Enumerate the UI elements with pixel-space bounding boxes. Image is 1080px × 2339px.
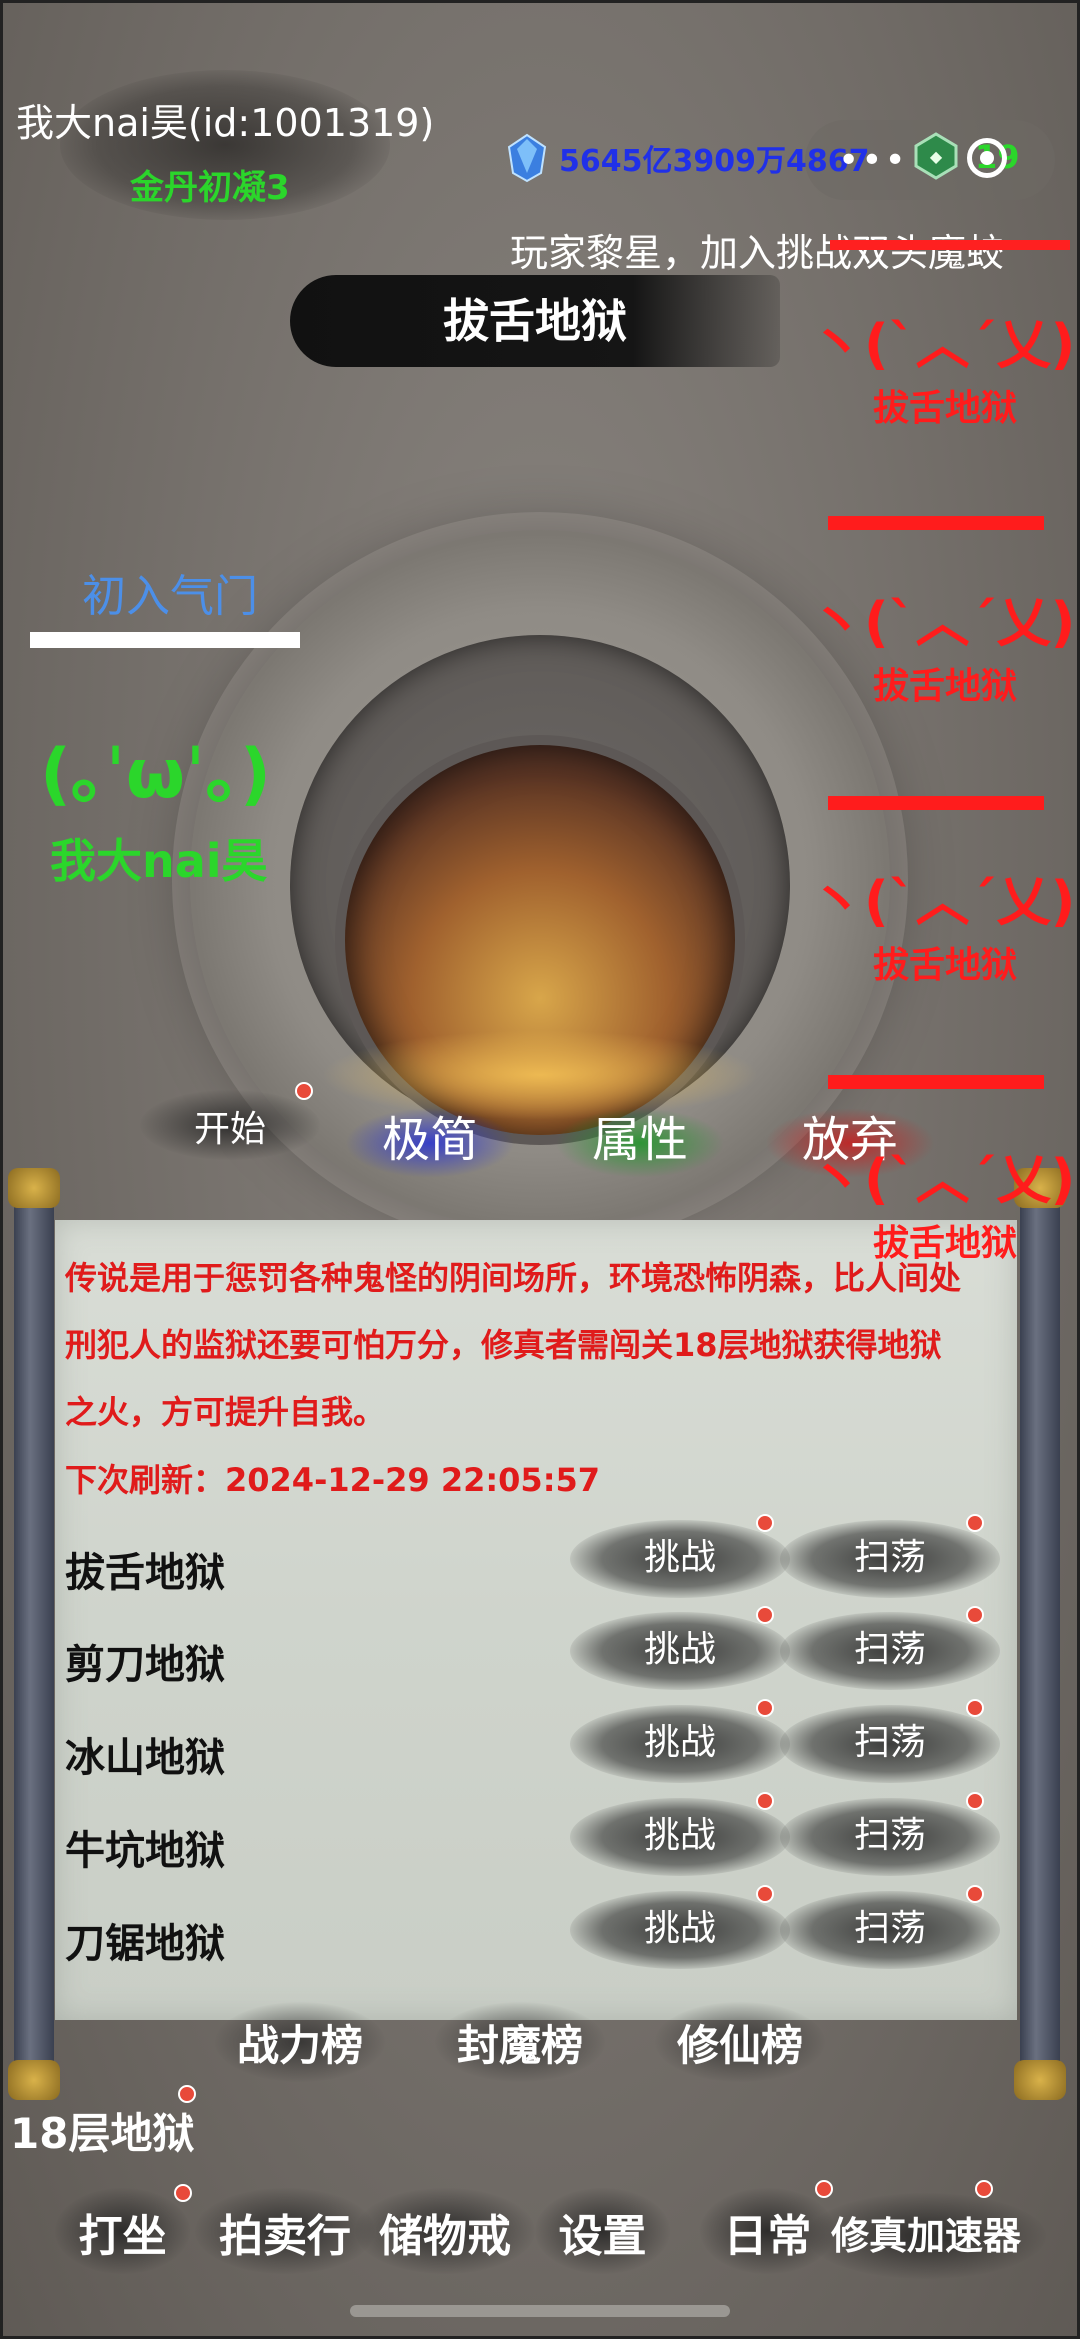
enemy-card[interactable]: 丶(ˋ︿ˊ乂)ノ 拔舌地狱 — [810, 1135, 1080, 1266]
enemy-name: 拔舌地狱 — [872, 1223, 1017, 1264]
enemy-face: 丶(ˋ︿ˊ乂)ノ — [810, 1148, 1080, 1211]
